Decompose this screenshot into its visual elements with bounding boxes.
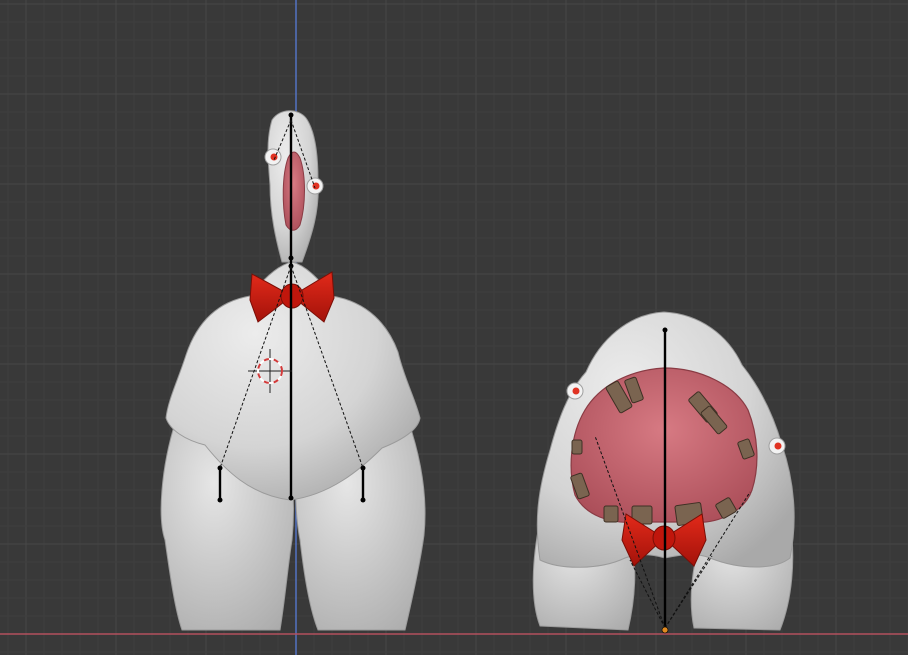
round-right-eye: [768, 437, 786, 455]
object-origin-marker[interactable]: [661, 626, 669, 634]
3d-viewport[interactable]: [0, 0, 908, 655]
round-left-eye: [566, 382, 584, 400]
right-eye: [306, 177, 324, 195]
left-eye: [264, 148, 282, 166]
mouth: [282, 151, 305, 231]
